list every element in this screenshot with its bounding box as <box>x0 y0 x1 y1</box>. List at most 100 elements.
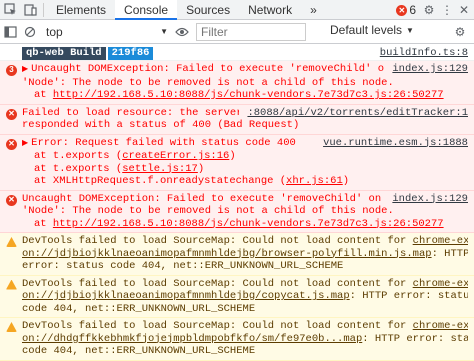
stack-suffix: ) <box>229 150 236 162</box>
message-text: code 404, net::ERR_UNKNOWN_URL_SCHEME <box>22 302 256 315</box>
build-badge: qb-web Build <box>22 47 106 60</box>
message-text: : HTTP <box>431 247 468 260</box>
error-message: ✕ index.js:129 Uncaught DOMException: Fa… <box>0 190 474 233</box>
tabbar-right-cluster: ✕ 6 ⚙ ⋮ ✕ <box>396 0 470 20</box>
error-message: ✕ vue.runtime.esm.js:1888 ▶ Error: Reques… <box>0 134 474 191</box>
warning-line: on://jdjbiojkklnaeoanimopafmnmhldejbg/co… <box>22 290 468 303</box>
log-levels-dropdown[interactable]: Default levels ▼ <box>330 23 414 37</box>
stack-prefix: at t.exports ( <box>34 162 123 175</box>
close-devtools-icon[interactable]: ✕ <box>458 0 470 20</box>
error-message: 3 index.js:129 ▶ Uncaught DOMException: F… <box>0 61 474 105</box>
stack-file-link[interactable]: settle.js:17 <box>122 163 198 175</box>
error-icon: ✕ <box>6 138 17 150</box>
more-tabs-button[interactable]: » <box>301 0 326 20</box>
devtools-tabbar: Elements Console Sources Network » ✕ 6 ⚙… <box>0 0 474 20</box>
console-settings-gear-icon[interactable]: ⚙ <box>450 22 470 42</box>
sourcemap-link[interactable]: chrome-extensi <box>413 235 468 247</box>
message-text: Error: Request failed with status code 4… <box>31 136 296 149</box>
more-options-icon[interactable]: ⋮ <box>441 0 453 20</box>
stack-line: at t.exports (settle.js:17) <box>22 163 468 176</box>
message-text: code 404, net::ERR_UNKNOWN_URL_SCHEME <box>22 345 256 357</box>
stack-url-link[interactable]: http://192.168.5.10:8088/js/chunk-vendor… <box>53 89 444 101</box>
message-source-link[interactable]: index.js:129 <box>392 193 468 206</box>
expand-triangle-icon[interactable]: ▶ <box>22 65 28 74</box>
warning-icon <box>6 237 17 247</box>
error-icon: ✕ <box>396 4 408 16</box>
clear-console-icon[interactable] <box>20 22 40 42</box>
console-toolbar: top ▼ Default levels ▼ ⚙ <box>0 20 474 44</box>
build-hash-badge: 219f86 <box>107 47 154 60</box>
repeat-count-icon: 3 <box>6 65 17 76</box>
chevron-down-icon: ▼ <box>160 27 168 36</box>
chevron-down-icon: ▼ <box>406 25 414 35</box>
message-text: Failed to load resource: the server <box>22 106 240 119</box>
warning-message: DevTools failed to load SourceMap: Could… <box>0 318 474 361</box>
stack-file-link[interactable]: xhr.js:61 <box>286 175 343 187</box>
message-source-link[interactable]: :8088/api/v2/torrents/editTracker:1 <box>247 107 468 120</box>
context-value: top <box>46 24 63 39</box>
message-text: DevTools failed to load SourceMap: Could… <box>22 235 413 247</box>
warning-message: DevTools failed to load SourceMap: Could… <box>0 233 474 276</box>
inspect-element-icon[interactable] <box>0 0 20 20</box>
error-count: 6 <box>409 3 416 17</box>
stack-line: at http://192.168.5.10:8088/js/chunk-ven… <box>22 218 468 231</box>
error-count-badge[interactable]: ✕ 6 <box>396 3 416 17</box>
stack-prefix: at XMLHttpRequest.f.onreadystatechange ( <box>34 175 287 187</box>
stack-suffix: ) <box>197 162 205 175</box>
error-line: ▶ Uncaught DOMException: Failed to execut… <box>22 63 384 77</box>
live-expression-eye-icon[interactable] <box>172 22 192 42</box>
error-line: ▶ Error: Request failed with status code … <box>22 137 315 151</box>
console-messages: buildInfo.ts:8 qb-web Build 219f86 3 inde… <box>0 45 474 361</box>
warning-icon <box>6 279 17 290</box>
settings-gear-icon[interactable]: ⚙ <box>422 0 436 20</box>
warning-icon <box>6 322 17 332</box>
message-text: Uncaught DOMException: Failed to execute… <box>31 63 385 75</box>
stack-line: at XMLHttpRequest.f.onreadystatechange (… <box>22 175 468 188</box>
device-toolbar-icon[interactable] <box>20 0 40 20</box>
stack-file-link[interactable]: createError.js:16 <box>122 150 229 162</box>
error-icon: ✕ <box>6 108 17 120</box>
sourcemap-link[interactable]: on://jdjbiojkklnaeoanimopafmnmhldejbg/co… <box>22 290 350 302</box>
message-text: : HTTP error: status <box>349 290 468 302</box>
sourcemap-link[interactable]: chrome-extensi <box>413 320 468 332</box>
message-text: responded with a status of 400 (Bad Requ… <box>22 119 300 131</box>
message-text: 'Node': The node to be removed is not a … <box>22 205 394 217</box>
warning-line: on://jdjbiojkklnaeoanimopafmnmhldejbg/br… <box>22 248 468 261</box>
stack-url-link[interactable]: http://192.168.5.10:8088/js/chunk-vendor… <box>53 218 444 230</box>
sourcemap-link[interactable]: chrome-extensi <box>413 278 468 290</box>
message-text: error: status code 404, net::ERR_UNKNOWN… <box>22 260 344 272</box>
message-source-link[interactable]: buildInfo.ts:8 <box>380 47 468 60</box>
stack-prefix: at <box>34 89 53 101</box>
stack-line: at http://192.168.5.10:8088/js/chunk-ven… <box>22 89 468 102</box>
expand-triangle-icon[interactable]: ▶ <box>22 139 28 148</box>
execution-context-select[interactable]: top ▼ <box>40 23 172 41</box>
show-sidebar-icon[interactable] <box>0 22 20 42</box>
tab-sources[interactable]: Sources <box>177 0 239 20</box>
tab-elements[interactable]: Elements <box>47 0 115 20</box>
sourcemap-link[interactable]: on://dhdgffkkebhmkfjojejmpbldmpobfkfo/sm… <box>22 333 362 345</box>
message-text: DevTools failed to load SourceMap: Could… <box>22 320 413 332</box>
tab-network[interactable]: Network <box>239 0 301 20</box>
message-source-link[interactable]: index.js:129 <box>392 63 468 76</box>
warning-line: DevTools failed to load SourceMap: Could… <box>22 320 468 333</box>
message-source-link[interactable]: vue.runtime.esm.js:1888 <box>323 137 468 150</box>
warning-line: on://dhdgffkkebhmkfjojejmpbldmpobfkfo/sm… <box>22 333 468 346</box>
message-text: DevTools failed to load SourceMap: Could… <box>22 277 413 290</box>
error-icon: ✕ <box>6 194 17 206</box>
stack-line: at t.exports (createError.js:16) <box>22 150 468 163</box>
toolbar-divider <box>43 2 44 17</box>
message-text: Uncaught DOMException: Failed to execute… <box>22 192 382 205</box>
message-text: 'Node': The node to be removed is not a … <box>22 76 394 89</box>
filter-input[interactable] <box>196 22 306 41</box>
warning-line: DevTools failed to load SourceMap: Could… <box>22 235 468 248</box>
stack-prefix: at t.exports ( <box>34 150 123 162</box>
tab-console[interactable]: Console <box>115 0 178 20</box>
warning-line: DevTools failed to load SourceMap: Could… <box>22 278 468 291</box>
sourcemap-link[interactable]: on://jdjbiojkklnaeoanimopafmnmhldejbg/br… <box>22 248 432 260</box>
message-text: : HTTP error: status <box>362 332 468 345</box>
log-message: buildInfo.ts:8 qb-web Build 219f86 <box>0 45 474 61</box>
stack-suffix: ) <box>342 175 350 187</box>
stack-prefix: at <box>34 217 53 230</box>
log-levels-label: Default levels <box>330 23 403 37</box>
warning-message: DevTools failed to load SourceMap: Could… <box>0 275 474 318</box>
